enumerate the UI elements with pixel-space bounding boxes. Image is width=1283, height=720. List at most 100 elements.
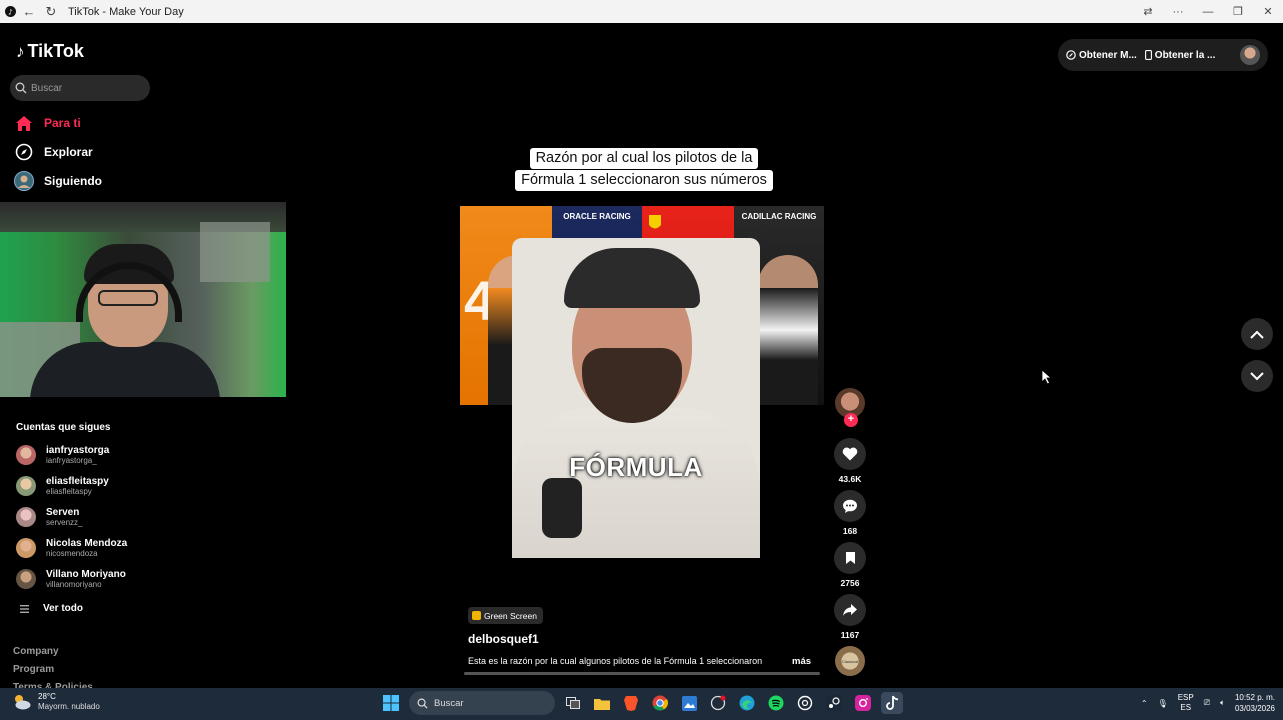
account-handle: nicosmendoza (46, 549, 98, 558)
music-label: Classical (841, 658, 858, 664)
account-name: Nicolas Mendoza (46, 538, 128, 549)
chrome-icon[interactable] (649, 692, 671, 714)
weather-temp: 28°C (38, 692, 56, 701)
taskbar-search[interactable]: Buscar (409, 691, 555, 715)
video-progress-bar[interactable] (464, 672, 820, 675)
chatgpt-icon[interactable] (794, 692, 816, 714)
comment-count: 168 (842, 526, 858, 536)
steam-notification-icon[interactable] (707, 692, 729, 714)
mouse-cursor-icon (1041, 369, 1053, 390)
next-video-button[interactable] (1241, 360, 1273, 392)
search-box[interactable] (10, 75, 150, 101)
avatar (16, 476, 36, 496)
brave-browser-icon[interactable] (620, 692, 642, 714)
get-app-button[interactable]: Obtener la ... (1144, 49, 1216, 61)
creator-avatar[interactable]: + (835, 388, 865, 427)
volume-icon[interactable]: 🔈︎ (1220, 698, 1225, 708)
language-indicator[interactable]: ESP ES (1178, 693, 1194, 713)
video-author[interactable]: delbosquef1 (468, 632, 539, 646)
search-input[interactable] (31, 82, 141, 94)
get-coins-label: Obtener M... (1079, 49, 1137, 61)
nav-item-explore[interactable]: Explorar (14, 142, 93, 162)
spotify-icon[interactable] (765, 692, 787, 714)
footer-link-company[interactable]: Company (13, 646, 59, 657)
account-handle: eliasfleitaspy (46, 487, 92, 496)
avatar (16, 569, 36, 589)
save-button[interactable] (834, 542, 866, 574)
tiktok-note-icon: ♪ (16, 41, 25, 61)
video-player[interactable]: Razón por al cual los pilotos de la Fórm… (460, 30, 824, 675)
taskbar-apps: Buscar (380, 691, 903, 715)
following-avatar-icon (14, 171, 34, 191)
minimize-icon[interactable]: — (1193, 6, 1223, 18)
file-explorer-icon[interactable] (591, 692, 613, 714)
video-actions: + 43.6K 168 2756 1167 Classical (832, 388, 868, 676)
windows-taskbar: 28°C Mayorm. nublado Buscar ⌃ 🎙︎ ESP ES (0, 688, 1283, 720)
restore-icon[interactable]: ❐ (1223, 5, 1253, 18)
previous-video-button[interactable] (1241, 318, 1273, 350)
close-icon[interactable]: ✕ (1253, 5, 1283, 18)
svg-text:♪: ♪ (8, 7, 13, 16)
comment-button[interactable] (834, 490, 866, 522)
task-view-icon[interactable] (562, 692, 584, 714)
tiktok-app-icon[interactable] (881, 692, 903, 714)
get-coins-button[interactable]: Obtener M... (1066, 50, 1137, 61)
share-button[interactable] (834, 594, 866, 626)
tray-chevron-up-icon[interactable]: ⌃ (1141, 699, 1148, 708)
effect-label: Green Screen (484, 610, 537, 621)
like-button[interactable] (834, 438, 866, 470)
followed-account[interactable]: ianfryastorga ianfryastorga_ (16, 445, 109, 465)
instagram-icon[interactable] (852, 692, 874, 714)
reload-icon[interactable]: ↻ (40, 0, 62, 23)
keyboard-layout: ES (1180, 703, 1192, 712)
nav-item-label: Para ti (44, 116, 81, 130)
coin-icon (1066, 50, 1076, 60)
nav-item-following[interactable]: Siguiendo (14, 171, 102, 191)
webcam-overlay (0, 202, 286, 397)
translate-icon[interactable]: ⇄ (1133, 5, 1163, 18)
tiktok-logo[interactable]: ♪ TikTok (16, 41, 84, 62)
music-disc[interactable]: Classical (835, 646, 865, 676)
follow-plus-icon[interactable]: + (844, 413, 858, 427)
page-title: TikTok - Make Your Day (68, 5, 184, 18)
microphone-icon[interactable]: 🎙︎ (1158, 699, 1168, 708)
list-icon (20, 604, 29, 613)
see-all-link[interactable]: Ver todo (20, 603, 83, 614)
profile-avatar[interactable] (1240, 45, 1260, 65)
photos-app-icon[interactable] (678, 692, 700, 714)
video-caption: Razón por al cual los pilotos de la Fórm… (497, 148, 791, 191)
weather-widget[interactable]: 28°C Mayorm. nublado (12, 692, 100, 712)
logo-text: TikTok (27, 41, 84, 61)
clock-date: 03/03/2026 (1234, 704, 1275, 713)
top-right-actions: Obtener M... Obtener la ... (1058, 39, 1268, 71)
see-all-label: Ver todo (43, 603, 84, 614)
more-options-icon[interactable]: ··· (1163, 6, 1193, 18)
effect-badge[interactable]: Green Screen (468, 607, 543, 624)
share-count: 1167 (840, 630, 860, 640)
steam-icon[interactable] (823, 692, 845, 714)
following-section-title: Cuentas que sigues (16, 422, 111, 433)
account-handle: servenzz_ (46, 518, 83, 527)
system-clock[interactable]: 10:52 p. m. 03/03/2026 (1235, 692, 1275, 714)
account-handle: villanomoriyano (46, 580, 102, 589)
see-more-link[interactable]: más (792, 656, 811, 667)
team-label: ORACLE RACING (563, 212, 631, 221)
followed-account[interactable]: Villano Moriyano villanomoriyano (16, 569, 126, 589)
language-code: ESP (1177, 693, 1194, 702)
edge-icon[interactable] (736, 692, 758, 714)
like-count: 43.6K (838, 474, 862, 484)
account-name: Serven (46, 507, 80, 518)
followed-account[interactable]: eliasfleitaspy eliasfleitaspy (16, 476, 109, 496)
footer-link-program[interactable]: Program (13, 664, 54, 675)
chevron-up-icon (1250, 330, 1264, 339)
nav-item-for-you[interactable]: Para ti (14, 113, 81, 133)
followed-account[interactable]: Nicolas Mendoza nicosmendoza (16, 538, 127, 558)
nav-item-label: Explorar (44, 145, 93, 159)
get-app-label: Obtener la ... (1154, 49, 1216, 61)
back-icon[interactable]: ← (18, 0, 40, 23)
video-description: Esta es la razón por la cual algunos pil… (468, 656, 763, 666)
share-arrow-icon (843, 604, 857, 616)
network-icon[interactable]: ⎚ (1204, 698, 1210, 708)
followed-account[interactable]: Serven servenzz_ (16, 507, 82, 527)
windows-start-icon[interactable] (380, 692, 402, 714)
